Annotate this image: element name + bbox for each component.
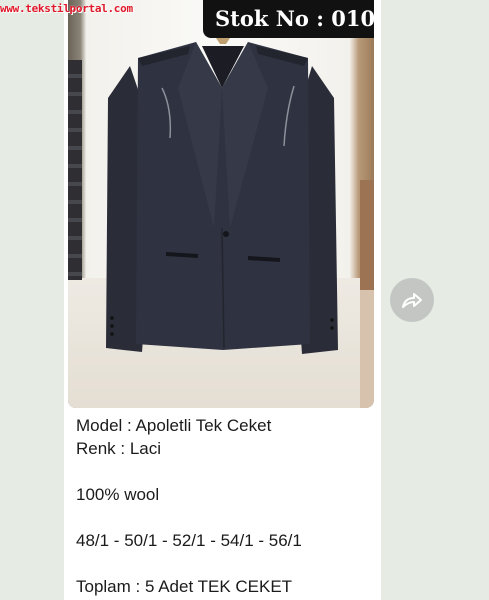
product-photo[interactable]: Stok No : 0106 [68, 0, 374, 408]
forward-button[interactable] [390, 278, 434, 322]
door-frame-lower [360, 290, 374, 408]
caption-fabric: 100% wool [76, 485, 160, 504]
caption-model: Model : Apoletli Tek Ceket [76, 416, 272, 435]
caption-color: Renk : Laci [76, 439, 162, 458]
door-frame [360, 180, 374, 290]
watermark: www.tekstilportal.com [0, 2, 133, 15]
clothing-rack [68, 60, 82, 280]
caption-total: Toplam : 5 Adet TEK CEKET [76, 577, 293, 596]
caption-sizes: 48/1 - 50/1 - 52/1 - 54/1 - 56/1 [76, 531, 302, 550]
forward-share-icon [402, 293, 422, 308]
stock-number-badge: Stok No : 0106 [203, 0, 374, 38]
jacket-image [106, 38, 338, 354]
message-caption: Model : Apoletli Tek Ceket Renk : Laci 1… [76, 414, 376, 598]
